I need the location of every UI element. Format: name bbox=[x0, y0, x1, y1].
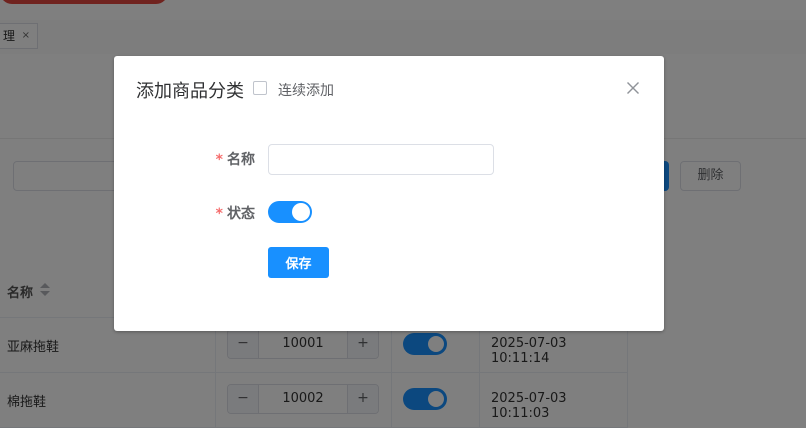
save-button[interactable]: 保存 bbox=[268, 247, 329, 278]
name-label-text: 名称 bbox=[227, 152, 255, 168]
required-mark: * bbox=[215, 206, 223, 222]
dialog-title: 添加商品分类 bbox=[136, 81, 244, 102]
continuous-add-label[interactable]: 连续添加 bbox=[278, 80, 334, 100]
close-icon[interactable] bbox=[625, 80, 641, 96]
status-label-text: 状态 bbox=[227, 206, 255, 222]
add-category-dialog: 添加商品分类 连续添加 * 名称 * 状态 保存 bbox=[114, 56, 664, 331]
name-label: * 名称 bbox=[175, 149, 255, 169]
required-mark: * bbox=[215, 152, 223, 168]
name-field[interactable] bbox=[268, 144, 494, 175]
status-label: * 状态 bbox=[175, 203, 255, 223]
status-toggle[interactable] bbox=[268, 201, 312, 223]
continuous-add-checkbox[interactable] bbox=[253, 81, 267, 95]
toggle-knob bbox=[292, 203, 310, 221]
